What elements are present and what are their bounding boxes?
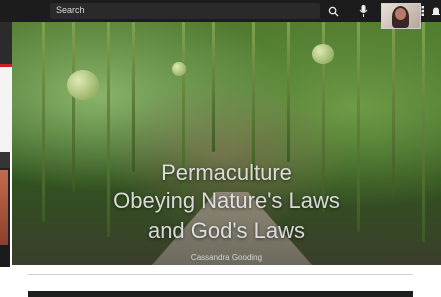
vine bbox=[212, 22, 215, 152]
side-thumbnail-image bbox=[0, 170, 8, 245]
left-panel-light bbox=[0, 67, 12, 152]
left-panel-dark bbox=[0, 22, 12, 67]
search-placeholder: Search bbox=[56, 5, 85, 15]
mic-icon[interactable] bbox=[355, 3, 371, 19]
video-title-line-2: Obeying Nature's Laws bbox=[113, 188, 340, 213]
webcam-person-face bbox=[395, 8, 406, 20]
search-input[interactable]: Search bbox=[50, 3, 320, 19]
video-author: Cassandra Gooding bbox=[190, 253, 263, 262]
divider bbox=[28, 274, 413, 275]
side-thumbnail-footer bbox=[0, 245, 10, 267]
search-icon[interactable] bbox=[325, 3, 341, 19]
video-title-line-3: and God's Laws bbox=[147, 218, 306, 243]
gourd bbox=[67, 70, 99, 100]
gourd bbox=[312, 44, 334, 64]
side-thumbnail-bar bbox=[0, 152, 10, 168]
video-player[interactable]: Permaculture Obeying Nature's Laws and G… bbox=[12, 22, 441, 265]
vine bbox=[132, 22, 135, 172]
vine bbox=[287, 22, 290, 162]
video-title-line-1: Permaculture bbox=[161, 160, 292, 185]
gourd bbox=[172, 62, 186, 76]
vine bbox=[252, 22, 255, 182]
notifications-icon[interactable] bbox=[428, 3, 441, 19]
webcam-overlay bbox=[381, 3, 421, 29]
bottom-panel-edge bbox=[28, 291, 413, 297]
